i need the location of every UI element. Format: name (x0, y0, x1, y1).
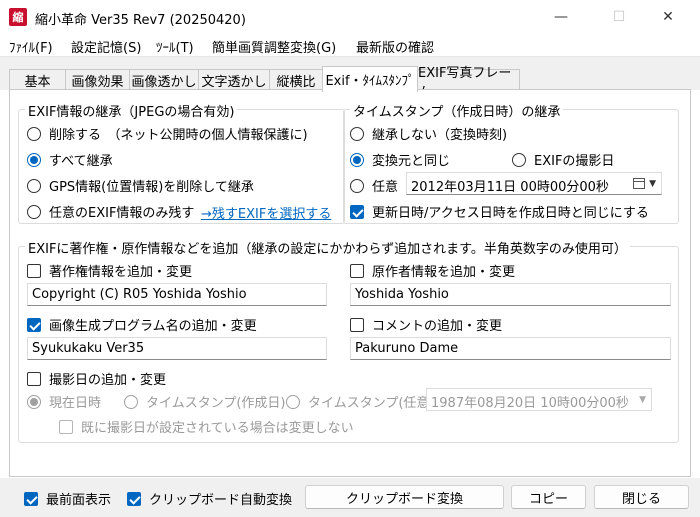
exif-inherit-group: EXIF情報の継承（JPEGの場合有効) 削除する （ネット公開時の個人情報保護… (18, 101, 345, 224)
select-exif-link[interactable]: →残すEXIFを選択する (201, 203, 331, 222)
program-checkbox[interactable]: 画像生成プログラム名の追加・変更 (27, 315, 257, 334)
shoot-now-option: 現在日時 (27, 392, 101, 411)
close-window-button[interactable]: ✕ (645, 0, 691, 33)
timestamp-any-option[interactable]: 任意 (350, 176, 398, 195)
author-input[interactable]: Yoshida Yoshio (350, 283, 671, 306)
copyright-group-title: EXIFに著作権・原作情報などを追加（継承の設定にかかわらず追加されます。半角英… (25, 238, 630, 257)
tab-image-effects[interactable]: 画像効果 (65, 69, 130, 91)
menu-settings-memory[interactable]: 設定記憶(S) (71, 37, 141, 56)
checkbox-icon (127, 491, 141, 506)
radio-icon (27, 394, 41, 409)
checkbox-icon (27, 371, 41, 386)
menu-bar: ﾌｧｲﾙ(F) 設定記憶(S) ﾂｰﾙ(T) 簡単画質調整変換(G) 最新版の確… (0, 33, 700, 57)
comment-checkbox[interactable]: コメントの追加・変更 (350, 315, 502, 334)
radio-icon (27, 178, 41, 193)
tab-exif-frame[interactable]: EXIF写真フレーム (417, 66, 520, 100)
app-icon: 縮 (9, 8, 27, 26)
checkbox-icon (350, 204, 364, 219)
author-checkbox[interactable]: 原作者情報を追加・変更 (350, 261, 515, 280)
checkbox-icon (27, 263, 41, 278)
chevron-down-icon: ▼ (649, 179, 656, 189)
radio-icon (27, 126, 41, 141)
exif-selected-only-option[interactable]: 任意のEXIF情報のみ残す (27, 202, 194, 221)
minimize-button[interactable]: — (538, 0, 584, 33)
timestamp-title: タイムスタンプ（作成日時）の継承 (350, 101, 564, 120)
timestamp-none-option[interactable]: 継承しない（変換時刻) (350, 124, 507, 143)
radio-icon (286, 394, 300, 409)
copyright-group: EXIFに著作権・原作情報などを追加（継承の設定にかかわらず追加されます。半角英… (18, 238, 679, 443)
copyright-checkbox[interactable]: 著作権情報を追加・変更 (27, 261, 192, 280)
clipboard-convert-button[interactable]: クリップボード変換 (305, 485, 504, 509)
shoot-date-picker: 1987年08月20日 10時00分00秒 ▼ (426, 388, 652, 411)
program-input[interactable]: Syukukaku Ver35 (27, 337, 327, 360)
checkbox-icon (350, 263, 364, 278)
exif-inherit-all-option[interactable]: すべて継承 (27, 150, 113, 169)
radio-icon (350, 178, 364, 193)
tab-bar: 基本 画像効果 画像透かし 文字透かし 縦横比 Exif・ﾀｲﾑｽﾀﾝﾌﾟ EX… (0, 57, 700, 100)
radio-icon (350, 126, 364, 141)
radio-icon (27, 152, 41, 167)
timestamp-exif-option[interactable]: EXIFの撮影日 (512, 150, 614, 169)
timestamp-datetime-picker[interactable]: 2012年03月11日 00時00分00秒 ▼ (406, 172, 662, 195)
tab-aspect-ratio[interactable]: 縦横比 (269, 69, 323, 91)
maximize-button: ☐ (612, 8, 626, 25)
radio-icon (27, 204, 41, 219)
checkbox-icon (24, 491, 38, 506)
checkbox-icon (27, 317, 41, 332)
title-bar: 縮 縮小革命 Ver35 Rev7 (20250420) — ☐ ✕ (0, 0, 700, 33)
menu-quick-quality[interactable]: 簡単画質調整変換(G) (212, 37, 336, 56)
shoot-ts-any-option: タイムスタンプ(任意) (286, 392, 435, 411)
shoot-ts-created-option: タイムスタンプ(作成日) (124, 392, 286, 411)
tab-text-watermark[interactable]: 文字透かし (198, 69, 270, 91)
update-same-checkbox[interactable]: 更新日時/アクセス日時を作成日時と同じにする (350, 202, 649, 221)
topmost-checkbox[interactable]: 最前面表示 (24, 489, 111, 508)
checkbox-icon (59, 419, 73, 434)
radio-icon (512, 152, 526, 167)
no-change-checkbox: 既に撮影日が設定されている場合は変更しない (59, 417, 354, 436)
timestamp-group: タイムスタンプ（作成日時）の継承 継承しない（変換時刻) 変換元と同じ EXIF… (343, 101, 679, 224)
shoot-date-checkbox[interactable]: 撮影日の追加・変更 (27, 369, 166, 388)
tab-basic[interactable]: 基本 (9, 69, 66, 91)
window-title: 縮小革命 Ver35 Rev7 (20250420) (35, 13, 246, 28)
comment-input[interactable]: Pakuruno Dame (350, 337, 671, 360)
tab-panel: EXIF情報の継承（JPEGの場合有効) 削除する （ネット公開時の個人情報保護… (9, 89, 691, 477)
menu-check-update[interactable]: 最新版の確認 (356, 37, 434, 56)
exif-delete-option[interactable]: 削除する （ネット公開時の個人情報保護に) (27, 124, 308, 143)
radio-icon (350, 152, 364, 167)
menu-file[interactable]: ﾌｧｲﾙ(F) (9, 37, 53, 56)
menu-tools[interactable]: ﾂｰﾙ(T) (156, 37, 194, 56)
exif-inherit-title: EXIF情報の継承（JPEGの場合有効) (25, 101, 238, 120)
checkbox-icon (350, 317, 364, 332)
tab-exif-timestamp[interactable]: Exif・ﾀｲﾑｽﾀﾝﾌﾟ (322, 66, 418, 92)
radio-icon (124, 394, 138, 409)
calendar-icon (633, 178, 645, 189)
tab-image-watermark[interactable]: 画像透かし (129, 69, 199, 91)
copyright-input[interactable]: Copyright (C) R05 Yoshida Yoshio (27, 283, 327, 306)
close-button[interactable]: 閉じる (594, 485, 689, 509)
bottom-bar: 最前面表示 クリップボード自動変換 クリップボード変換 コピー 閉じる (0, 478, 700, 517)
timestamp-same-option[interactable]: 変換元と同じ (350, 150, 450, 169)
exif-remove-gps-option[interactable]: GPS情報(位置情報)を削除して継承 (27, 176, 254, 195)
chevron-down-icon: ▼ (639, 395, 646, 405)
clipboard-auto-checkbox[interactable]: クリップボード自動変換 (127, 489, 292, 508)
copy-button[interactable]: コピー (511, 485, 586, 509)
